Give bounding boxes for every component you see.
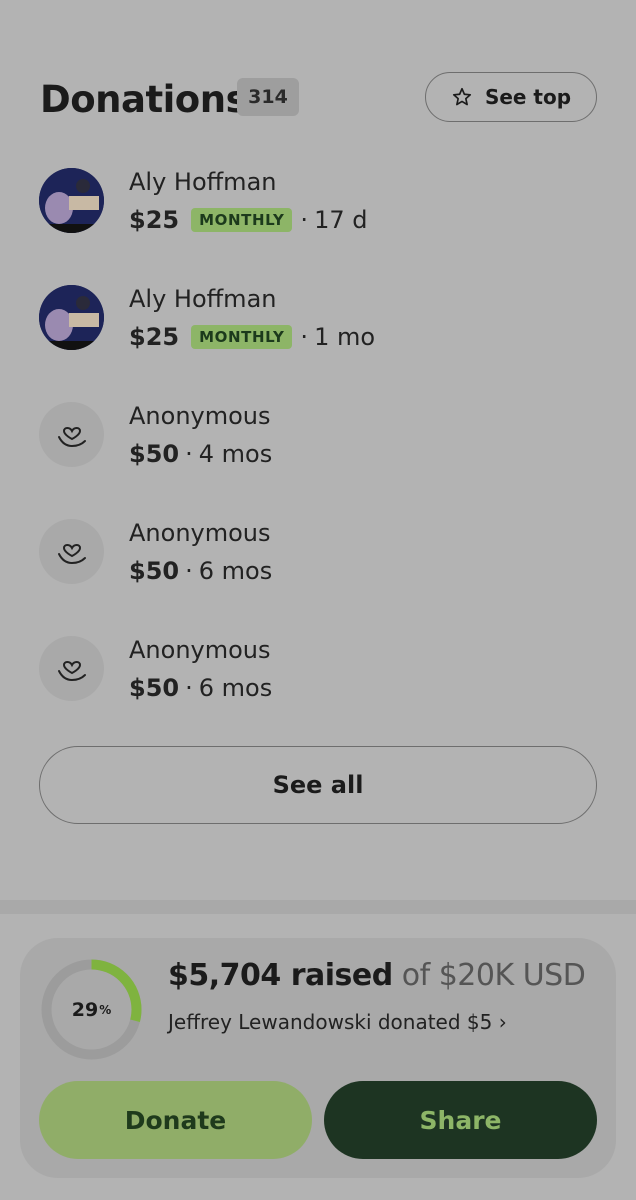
donor-name: Anonymous — [129, 402, 271, 430]
donate-button[interactable]: Donate — [39, 1081, 312, 1159]
hand-heart-icon — [57, 660, 86, 681]
donation-count-badge: 314 — [237, 78, 299, 116]
list-item[interactable]: Aly Hoffman $25 MONTHLY · 17 d — [39, 168, 599, 285]
donor-name: Aly Hoffman — [129, 168, 277, 196]
see-all-button[interactable]: See all — [39, 746, 597, 824]
page-title: Donations — [40, 78, 248, 121]
donation-meta: $50 · 6 mos — [129, 674, 272, 702]
donor-name: Anonymous — [129, 519, 271, 547]
donation-time: 4 mos — [198, 440, 273, 468]
separator: · — [300, 206, 309, 234]
donation-amount: $50 — [129, 674, 180, 702]
recent-donation-link[interactable]: Jeffrey Lewandowski donated $5 › — [168, 1010, 507, 1034]
hand-heart-icon — [57, 543, 86, 564]
avatar — [39, 285, 104, 350]
raised-total: $5,704 raised — [168, 958, 393, 993]
list-item[interactable]: Anonymous $50 · 6 mos — [39, 636, 599, 753]
raised-amount: $5,704 raised of $20K USD — [168, 958, 586, 993]
donation-time: 17 d — [314, 206, 368, 234]
separator: · — [185, 674, 193, 702]
section-divider — [0, 900, 636, 914]
donation-amount: $50 — [129, 440, 180, 468]
star-icon — [452, 87, 472, 106]
list-item[interactable]: Aly Hoffman $25 MONTHLY · 1 mo — [39, 285, 599, 402]
donation-meta: $50 · 6 mos — [129, 557, 272, 585]
monthly-badge: MONTHLY — [191, 325, 293, 349]
list-item[interactable]: Anonymous $50 · 6 mos — [39, 519, 599, 636]
percent-sign: % — [99, 1002, 112, 1017]
see-top-button[interactable]: See top — [425, 72, 597, 122]
donation-amount: $50 — [129, 557, 180, 585]
donation-meta: $25 MONTHLY · 17 d — [129, 206, 367, 234]
donation-amount: $25 — [129, 206, 180, 234]
hand-heart-icon — [57, 426, 86, 447]
donor-name: Anonymous — [129, 636, 271, 664]
avatar — [39, 168, 104, 233]
donation-meta: $25 MONTHLY · 1 mo — [129, 323, 375, 351]
progress-value: 29 — [71, 998, 99, 1021]
donation-time: 1 mo — [314, 323, 376, 351]
avatar — [39, 636, 104, 701]
avatar — [39, 519, 104, 584]
avatar — [39, 402, 104, 467]
separator: · — [300, 323, 309, 351]
progress-percent: 29% — [40, 958, 143, 1061]
donor-name: Aly Hoffman — [129, 285, 277, 313]
donation-amount: $25 — [129, 323, 180, 351]
list-item[interactable]: Anonymous $50 · 4 mos — [39, 402, 599, 519]
donations-header: Donations 314 See top — [40, 72, 597, 126]
donation-time: 6 mos — [198, 557, 273, 585]
donation-meta: $50 · 4 mos — [129, 440, 272, 468]
see-top-label: See top — [484, 85, 572, 109]
fundraiser-summary-card: 29% $5,704 raised of $20K USD Jeffrey Le… — [20, 938, 616, 1178]
donation-time: 6 mos — [198, 674, 273, 702]
share-button[interactable]: Share — [324, 1081, 597, 1159]
monthly-badge: MONTHLY — [191, 208, 293, 232]
separator: · — [185, 557, 193, 585]
donation-list: Aly Hoffman $25 MONTHLY · 17 d Aly Hoffm… — [39, 168, 599, 753]
separator: · — [185, 440, 193, 468]
goal-amount: of $20K USD — [401, 958, 586, 993]
